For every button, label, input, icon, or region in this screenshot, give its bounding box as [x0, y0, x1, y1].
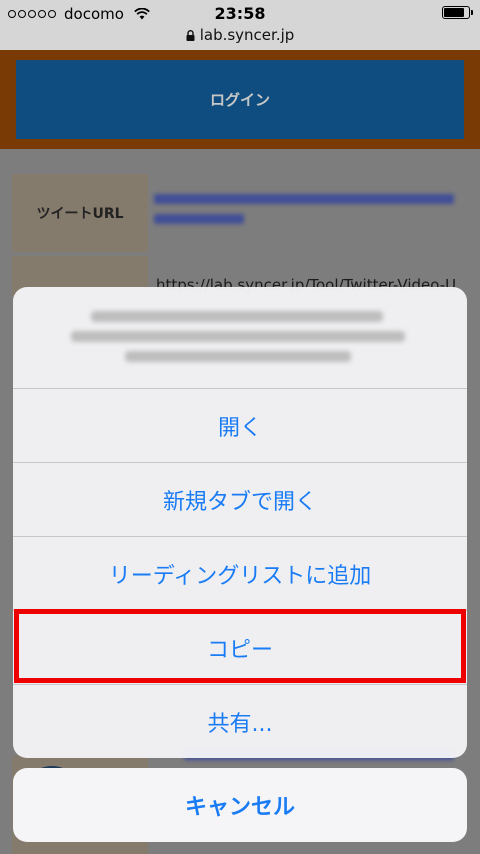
- login-button[interactable]: ログイン: [16, 60, 464, 139]
- lock-icon: [186, 30, 195, 41]
- action-sheet: 開く 新規タブで開く リーディングリストに追加 コピー 共有...: [13, 287, 467, 758]
- action-copy[interactable]: コピー: [13, 611, 467, 685]
- tweet-url-label: ツイートURL: [12, 174, 148, 252]
- action-share[interactable]: 共有...: [13, 685, 467, 758]
- login-area: ログイン: [0, 50, 480, 149]
- clock: 23:58: [214, 4, 266, 23]
- blurred-url-line: [71, 331, 405, 342]
- tweet-url-link-cont[interactable]: [154, 214, 244, 224]
- table-row: ツイートURL: [12, 174, 468, 252]
- blurred-url-line: [125, 351, 351, 362]
- action-open[interactable]: 開く: [13, 389, 467, 463]
- address-bar[interactable]: lab.syncer.jp: [0, 26, 480, 44]
- cancel-button[interactable]: キャンセル: [13, 768, 467, 842]
- action-sheet-url-preview: [13, 287, 467, 389]
- battery-icon: [442, 6, 473, 19]
- blurred-url-line: [91, 311, 383, 322]
- action-open-new-tab[interactable]: 新規タブで開く: [13, 463, 467, 537]
- battery-fill: [444, 8, 464, 17]
- status-bar: docomo 23:58 lab.syncer.jp: [0, 0, 480, 50]
- address-url: lab.syncer.jp: [199, 26, 295, 44]
- action-add-reading-list[interactable]: リーディングリストに追加: [13, 537, 467, 611]
- tweet-url-link[interactable]: [154, 194, 454, 204]
